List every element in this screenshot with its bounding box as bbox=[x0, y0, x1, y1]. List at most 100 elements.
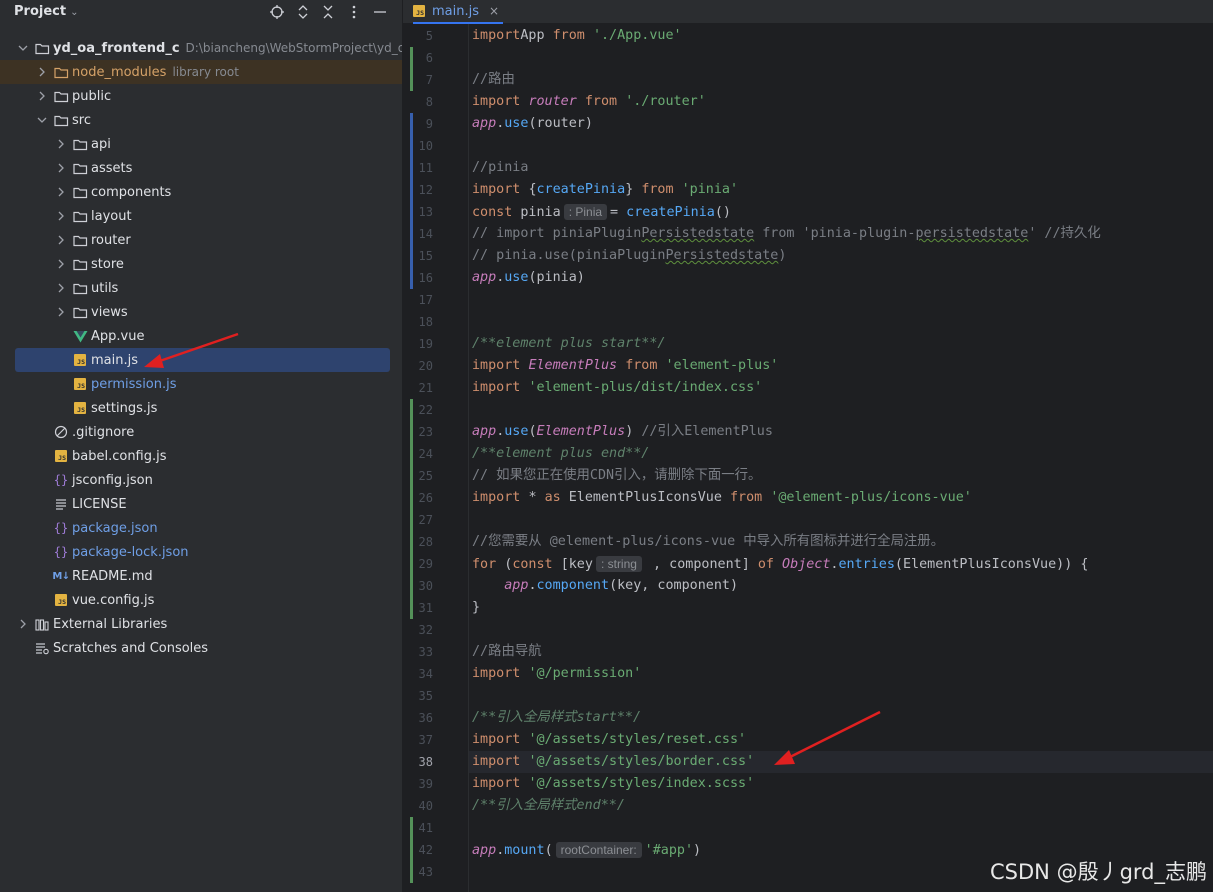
collapse-all-icon[interactable] bbox=[317, 0, 339, 24]
folder-icon bbox=[72, 300, 88, 324]
chevron-right-icon[interactable] bbox=[54, 300, 68, 324]
tree-item-yd-oa-frontend-c[interactable]: yd_oa_frontend_c D:\biancheng\WebStormPro… bbox=[0, 36, 402, 60]
tree-item-path: D:\biancheng\WebStormProject\yd_oa_fr bbox=[185, 41, 402, 55]
tree-item-public[interactable]: public bbox=[0, 84, 402, 108]
tree-item-node-modules[interactable]: node_modules library root bbox=[0, 60, 402, 84]
code-line[interactable]: app.use(pinia) bbox=[469, 267, 1213, 289]
code-line[interactable] bbox=[469, 47, 1213, 69]
code-area[interactable]: importApp from './App.vue' //路由 import rou… bbox=[469, 24, 1213, 892]
code-line[interactable]: } bbox=[469, 597, 1213, 619]
code-line[interactable]: //路由导航 bbox=[469, 641, 1213, 663]
code-line[interactable]: import '@/assets/styles/reset.css' bbox=[469, 729, 1213, 751]
code-token: persistedstate bbox=[915, 226, 1029, 241]
code-line[interactable] bbox=[469, 509, 1213, 531]
tree-item-views[interactable]: views bbox=[0, 300, 402, 324]
vcs-change-marker[interactable] bbox=[410, 817, 413, 883]
code-line[interactable] bbox=[469, 399, 1213, 421]
code-line[interactable] bbox=[469, 619, 1213, 641]
code-line[interactable]: /**引入全局样式start**/ bbox=[469, 707, 1213, 729]
code-line[interactable]: /**引入全局样式end**/ bbox=[469, 795, 1213, 817]
chevron-right-icon[interactable] bbox=[54, 252, 68, 276]
chevron-right-icon[interactable] bbox=[16, 612, 30, 636]
code-line[interactable]: const pinia: Pinia = createPinia() bbox=[469, 201, 1213, 223]
tree-item-license[interactable]: LICENSE bbox=[0, 492, 402, 516]
folder-icon bbox=[72, 156, 88, 180]
chevron-right-icon[interactable] bbox=[54, 180, 68, 204]
json-file-icon: {} bbox=[53, 521, 69, 535]
tree-item-api[interactable]: api bbox=[0, 132, 402, 156]
tree-item-router[interactable]: router bbox=[0, 228, 402, 252]
tree-item-app-vue[interactable]: App.vue bbox=[0, 324, 402, 348]
code-line[interactable]: import ElementPlus from 'element-plus' bbox=[469, 355, 1213, 377]
tree-item-permission-js[interactable]: JS permission.js bbox=[0, 372, 402, 396]
tree-item-store[interactable]: store bbox=[0, 252, 402, 276]
tree-item-src[interactable]: src bbox=[0, 108, 402, 132]
tree-item-external-libraries[interactable]: External Libraries bbox=[0, 612, 402, 636]
tree-item-main-js[interactable]: JS main.js bbox=[15, 348, 390, 372]
tree-item-vue-config-js[interactable]: JS vue.config.js bbox=[0, 588, 402, 612]
chevron-right-icon[interactable] bbox=[54, 228, 68, 252]
vcs-change-marker[interactable] bbox=[410, 113, 413, 289]
options-icon[interactable] bbox=[343, 0, 365, 24]
code-line[interactable]: import '@/assets/styles/border.css' bbox=[469, 751, 1213, 773]
chevron-right-icon[interactable] bbox=[54, 156, 68, 180]
line-number-gutter[interactable]: 5 6 7 8 9 10 11 12 13 14 15 16 17 18 19 20 21 22 23 24 25 26 2… bbox=[403, 24, 469, 892]
code-line[interactable]: // import piniaPluginPersistedstate from… bbox=[469, 223, 1213, 245]
code-line[interactable]: app.use(router) bbox=[469, 113, 1213, 135]
code-line[interactable]: /**element plus start**/ bbox=[469, 333, 1213, 355]
chevron-right-icon[interactable] bbox=[54, 276, 68, 300]
code-line[interactable]: import '@/assets/styles/index.scss' bbox=[469, 773, 1213, 795]
tree-item-package-lock-json[interactable]: {} package-lock.json bbox=[0, 540, 402, 564]
chevron-right-icon[interactable] bbox=[35, 84, 49, 108]
chevron-down-icon[interactable] bbox=[16, 36, 30, 60]
tree-item-jsconfig-json[interactable]: {} jsconfig.json bbox=[0, 468, 402, 492]
code-line[interactable]: // 如果您正在使用CDN引入，请删除下面一行。 bbox=[469, 465, 1213, 487]
locate-icon[interactable] bbox=[266, 0, 288, 24]
tab-main-js[interactable]: JS main.js × bbox=[413, 0, 504, 24]
tree-item-assets[interactable]: assets bbox=[0, 156, 402, 180]
code-line[interactable]: // pinia.use(piniaPluginPersistedstate) bbox=[469, 245, 1213, 267]
chevron-right-icon[interactable] bbox=[54, 204, 68, 228]
code-line[interactable] bbox=[469, 685, 1213, 707]
vcs-change-marker[interactable] bbox=[410, 47, 413, 91]
code-line[interactable]: //pinia bbox=[469, 157, 1213, 179]
code-line[interactable]: app.component(key, component) bbox=[469, 575, 1213, 597]
tree-item-layout[interactable]: layout bbox=[0, 204, 402, 228]
tree-item-scratches-and-consoles[interactable]: Scratches and Consoles bbox=[0, 636, 402, 660]
code-line[interactable]: import * as ElementPlusIconsVue from '@e… bbox=[469, 487, 1213, 509]
tree-item-babel-config-js[interactable]: JS babel.config.js bbox=[0, 444, 402, 468]
code-line[interactable]: import '@/permission' bbox=[469, 663, 1213, 685]
hide-icon[interactable] bbox=[369, 0, 391, 24]
code-token: ElementPlus bbox=[528, 358, 626, 373]
code-line[interactable] bbox=[469, 135, 1213, 157]
code-line[interactable]: import 'element-plus/dist/index.css' bbox=[469, 377, 1213, 399]
js-file-icon: JS bbox=[72, 396, 88, 420]
tree-item-label: README.md bbox=[72, 568, 153, 584]
code-line[interactable] bbox=[469, 817, 1213, 839]
code-line[interactable]: app.use(ElementPlus) //引入ElementPlus bbox=[469, 421, 1213, 443]
tree-item-package-json[interactable]: {} package.json bbox=[0, 516, 402, 540]
code-line[interactable] bbox=[469, 311, 1213, 333]
chevron-down-icon[interactable] bbox=[35, 108, 49, 132]
code-line[interactable]: for (const [key: string , component] of … bbox=[469, 553, 1213, 575]
tree-item-readme-md[interactable]: M↓ README.md bbox=[0, 564, 402, 588]
chevron-right-icon[interactable] bbox=[54, 132, 68, 156]
tree-item-utils[interactable]: utils bbox=[0, 276, 402, 300]
code-line[interactable]: import router from './router' bbox=[469, 91, 1213, 113]
project-view-selector[interactable]: Project ⌄ bbox=[14, 4, 78, 19]
tree-item-label: settings.js bbox=[91, 400, 158, 416]
tree-item-gitignore[interactable]: .gitignore bbox=[0, 420, 402, 444]
code-line[interactable]: import {createPinia} from 'pinia' bbox=[469, 179, 1213, 201]
expand-collapse-icon[interactable] bbox=[292, 0, 314, 24]
close-icon[interactable]: × bbox=[489, 4, 499, 18]
code-line[interactable]: //路由 bbox=[469, 69, 1213, 91]
ignore-file-icon bbox=[53, 420, 69, 444]
code-line[interactable]: /**element plus end**/ bbox=[469, 443, 1213, 465]
chevron-right-icon[interactable] bbox=[35, 60, 49, 84]
code-line[interactable] bbox=[469, 289, 1213, 311]
tree-item-components[interactable]: components bbox=[0, 180, 402, 204]
code-line[interactable]: importApp from './App.vue' bbox=[469, 25, 1213, 47]
code-line[interactable]: //您需要从 @element-plus/icons-vue 中导入所有图标并进… bbox=[469, 531, 1213, 553]
vcs-change-marker[interactable] bbox=[410, 531, 413, 619]
tree-item-settings-js[interactable]: JS settings.js bbox=[0, 396, 402, 420]
